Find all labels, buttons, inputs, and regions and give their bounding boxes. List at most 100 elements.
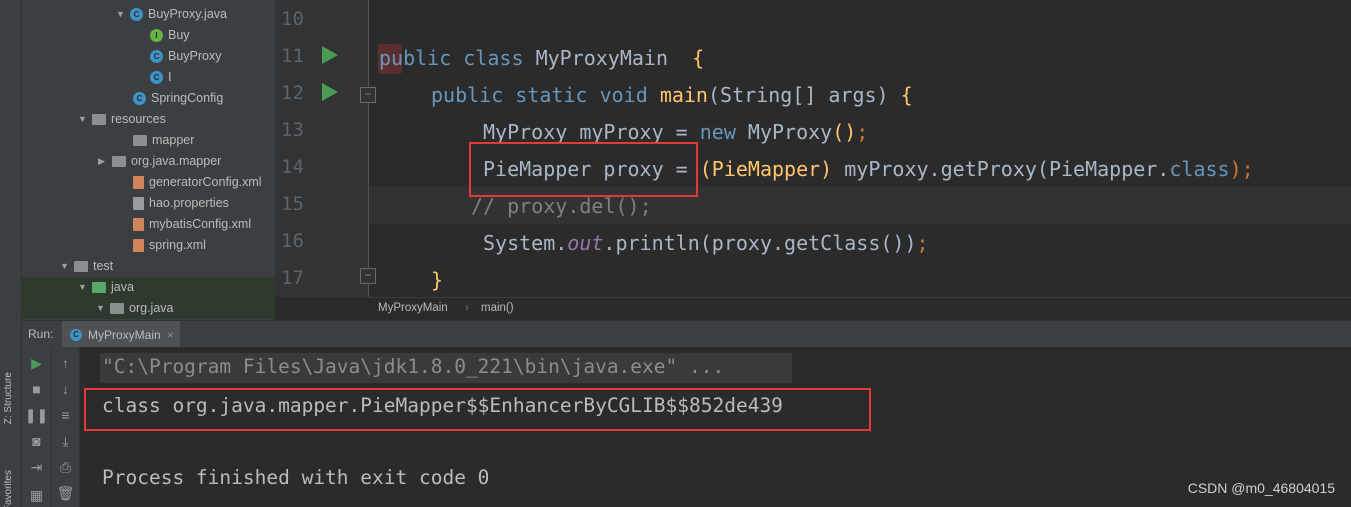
constructor: MyProxy	[735, 120, 833, 144]
tree-item-springconfig[interactable]: C SpringConfig	[133, 88, 223, 109]
login-icon[interactable]: ⇥	[22, 459, 51, 476]
fold-icon[interactable]: −	[360, 87, 376, 103]
resources-folder-icon	[92, 114, 106, 125]
cast: (PieMapper)	[699, 157, 833, 181]
layout-icon[interactable]: ▦	[22, 487, 51, 504]
tree-item-java[interactable]: ▼ java	[22, 277, 275, 298]
trash-icon[interactable]: 🗑	[52, 485, 79, 502]
run-tool-header: Run: C MyProxyMain ×	[22, 320, 1351, 348]
collapse-arrow-icon[interactable]: ▶	[98, 151, 112, 172]
run-label: Run:	[28, 327, 54, 341]
brace: }	[431, 268, 444, 292]
line-number: 13	[281, 119, 304, 141]
breadcrumb-method[interactable]: main()	[481, 302, 514, 314]
operator: =	[663, 120, 700, 144]
keyword: new	[699, 120, 736, 144]
code-line-16: System.out.println(proxy.getClass());	[483, 225, 929, 262]
line-number: 17	[281, 267, 304, 289]
parens: ()	[832, 120, 857, 144]
semicolon: ;	[856, 120, 869, 144]
run-class-icon[interactable]	[322, 46, 338, 64]
keyword: void	[599, 83, 648, 107]
tree-item-label: Buy	[168, 28, 190, 42]
tree-item-org-java[interactable]: ▼ org.java	[22, 298, 275, 319]
folder-icon	[133, 135, 147, 146]
fold-icon[interactable]: −	[360, 268, 376, 284]
tree-item-mybatisconfig[interactable]: mybatisConfig.xml	[133, 214, 251, 235]
console-output[interactable]: "C:\Program Files\Java\jdk1.8.0_221\bin\…	[80, 347, 1351, 507]
class-icon: C	[150, 71, 163, 84]
run-tab-label: MyProxyMain	[88, 327, 161, 342]
tree-item-i[interactable]: C I	[150, 67, 171, 88]
method-name: main	[659, 83, 708, 107]
console-exit-line: Process finished with exit code 0	[102, 466, 490, 489]
breadcrumb-class[interactable]: MyProxyMain	[378, 302, 448, 314]
tree-item-label: BuyProxy.java	[148, 7, 227, 21]
expand-arrow-icon[interactable]: ▼	[116, 4, 130, 25]
tree-item-test[interactable]: ▼ test	[60, 256, 113, 277]
xml-file-icon	[133, 239, 144, 252]
method-call: myProxy.getProxy(PieMapper.	[832, 157, 1170, 181]
structure-tool-tab[interactable]: Z: Structure	[3, 372, 14, 424]
run-tab-myproxymain[interactable]: C MyProxyMain ×	[62, 321, 180, 348]
tree-item-label: resources	[111, 112, 166, 126]
line-number: 10	[281, 8, 304, 30]
tree-item-label: mapper	[152, 133, 195, 147]
favorites-tool-tab[interactable]: Favorites	[3, 470, 14, 507]
tree-item-org-java-mapper[interactable]: ▶ org.java.mapper	[98, 151, 221, 172]
tree-item-label: SpringConfig	[151, 91, 224, 105]
tree-item-mapper[interactable]: mapper	[133, 130, 194, 151]
statement-end: );	[1229, 157, 1254, 181]
tree-item-generatorconfig[interactable]: generatorConfig.xml	[133, 172, 262, 193]
interface-icon: I	[150, 29, 163, 42]
rerun-icon[interactable]: ▶	[22, 355, 51, 372]
expand-arrow-icon[interactable]: ▼	[78, 109, 92, 130]
console-toolbar: ↑ ↓ ≡ ⤓ ⎙ 🗑	[52, 347, 80, 507]
print-icon[interactable]: ⎙	[52, 459, 79, 476]
expand-arrow-icon[interactable]: ▼	[78, 277, 92, 298]
xml-file-icon	[133, 176, 144, 189]
project-tree: ▼ C BuyProxy.java I Buy C BuyProxy C I C…	[22, 0, 275, 320]
tree-item-spring-xml[interactable]: spring.xml	[133, 235, 206, 256]
scroll-to-end-icon[interactable]: ⤓	[52, 433, 79, 450]
run-toolbar: ▶ ■ ❚❚ ◙ ⇥ ▦	[22, 347, 52, 507]
comment: proxy.del();	[495, 194, 652, 218]
scroll-up-icon[interactable]: ↑	[52, 355, 79, 371]
camera-icon[interactable]: ◙	[22, 433, 51, 449]
breadcrumb: MyProxyMain › main()	[369, 297, 1351, 320]
expand-arrow-icon[interactable]: ▼	[60, 256, 74, 277]
pause-icon[interactable]: ❚❚	[22, 407, 51, 424]
tree-item-label: java	[111, 280, 134, 294]
close-icon[interactable]: ×	[167, 328, 174, 342]
line-number: 16	[281, 230, 304, 252]
tree-item-resources[interactable]: ▼ resources	[78, 109, 166, 130]
semicolon: ;	[916, 231, 929, 255]
code-line-11: public class MyProxyMain {	[379, 40, 704, 77]
line-number: 12	[281, 82, 304, 104]
line-number: 14	[281, 156, 304, 178]
tree-item-buy[interactable]: I Buy	[150, 25, 190, 46]
method-call: .println(proxy.getClass())	[603, 231, 917, 255]
annotation-red-box	[84, 388, 871, 431]
class-name: MyProxyMain	[535, 46, 669, 70]
tree-item-label: I	[168, 70, 172, 84]
keyword: class	[1169, 157, 1230, 181]
package-icon	[110, 303, 124, 314]
expand-arrow-icon[interactable]: ▼	[96, 298, 110, 319]
tree-item-label: generatorConfig.xml	[149, 175, 262, 189]
tree-item-hao-properties[interactable]: hao.properties	[133, 193, 229, 214]
class-file-icon: C	[130, 8, 143, 21]
tree-item-buyproxy[interactable]: C BuyProxy	[150, 46, 222, 67]
object: System.	[483, 231, 568, 255]
code-editor[interactable]: 10 11 12 13 14 15 16 17 − − public class…	[275, 0, 1351, 297]
tree-item-buyproxy-java[interactable]: ▼ C BuyProxy.java	[116, 4, 227, 25]
brace: {	[692, 46, 705, 70]
run-main-icon[interactable]	[322, 83, 338, 101]
soft-wrap-icon[interactable]: ≡	[52, 407, 79, 423]
scroll-down-icon[interactable]: ↓	[52, 381, 79, 397]
stop-icon[interactable]: ■	[22, 381, 51, 397]
tree-item-label: spring.xml	[149, 238, 206, 252]
keyword: class	[463, 46, 524, 70]
keyword: public	[431, 83, 504, 107]
annotation-red-box	[469, 142, 698, 197]
